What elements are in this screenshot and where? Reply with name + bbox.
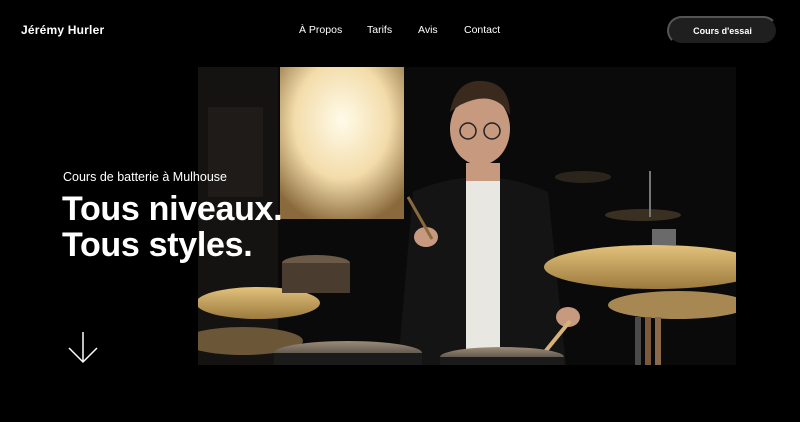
nav-link-avis[interactable]: Avis xyxy=(418,24,438,36)
nav-link-a-propos[interactable]: À Propos xyxy=(299,24,342,36)
headline-line-1: Tous niveaux. xyxy=(62,190,283,228)
headline-line-2: Tous styles. xyxy=(62,226,253,264)
nav-link-tarifs[interactable]: Tarifs xyxy=(367,24,392,36)
brand-logo[interactable]: Jérémy Hurler xyxy=(21,23,104,37)
nav-link-contact[interactable]: Contact xyxy=(464,24,500,36)
hero-subtitle: Cours de batterie à Mulhouse xyxy=(63,170,227,184)
arrow-down-icon[interactable] xyxy=(67,330,99,364)
hero-headline: Tous niveaux. Tous styles. xyxy=(62,190,283,264)
top-navigation: Jérémy Hurler À Propos Tarifs Avis Conta… xyxy=(0,0,800,62)
trial-lesson-button[interactable]: Cours d'essai xyxy=(667,16,778,45)
